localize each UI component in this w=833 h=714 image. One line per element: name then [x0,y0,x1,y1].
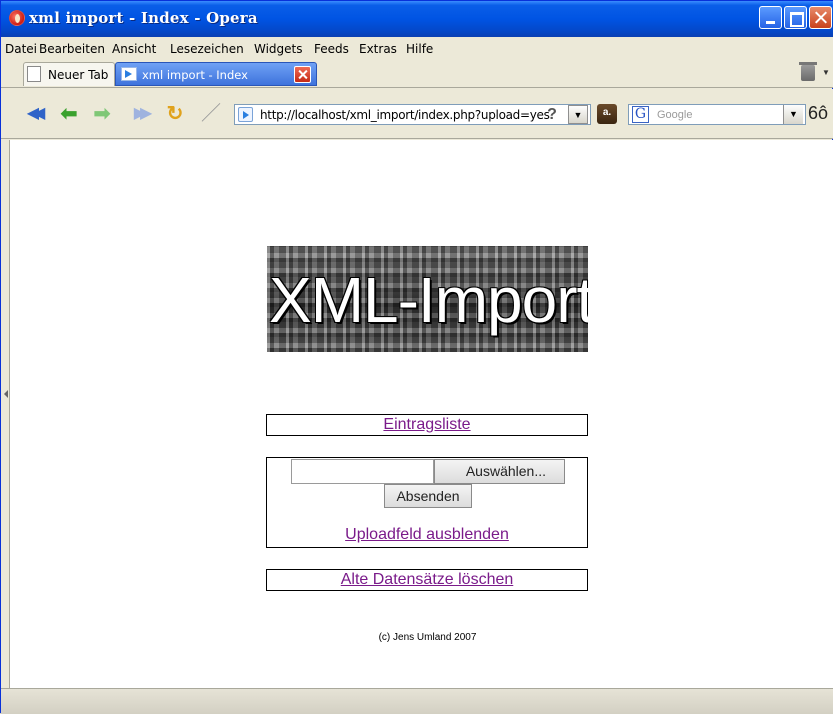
copyright-text: (c) Jens Umland 2007 [378,632,477,643]
page-icon [238,107,253,122]
trash-icon[interactable] [799,62,817,81]
submit-button[interactable]: Absenden [384,484,472,508]
xml-import-banner: XML-Import [267,246,588,352]
navigation-toolbar: ◀◀ ⬅ ➡ ▶▶ ↻ ／ http://localhost/xml_impor… [1,89,833,139]
menu-hilfe[interactable]: Hilfe [406,42,433,56]
title-bar[interactable]: xml import - Index - Opera [1,1,833,37]
rewind-icon[interactable]: ◀◀ [21,102,46,126]
tab-active-label: xml import - Index [142,68,248,82]
status-bar [1,688,833,714]
search-dropdown-icon[interactable]: ▼ [783,105,803,124]
delete-box: Alte Datensätze löschen [266,569,588,591]
search-field[interactable]: G Google ▼ [628,104,806,125]
glasses-icon[interactable]: 6ô [808,103,828,124]
file-path-input[interactable] [291,459,434,484]
window-title: xml import - Index - Opera [29,9,258,27]
close-tab-icon[interactable] [294,66,311,83]
tab-active[interactable]: xml import - Index [115,62,317,86]
fast-forward-icon[interactable]: ▶▶ [128,102,153,126]
menu-feeds[interactable]: Feeds [314,42,349,56]
panel-toggle[interactable] [1,140,10,688]
address-text[interactable]: http://localhost/xml_import/index.php?up… [260,108,550,122]
menu-widgets[interactable]: Widgets [254,42,303,56]
page-favicon-icon [121,67,137,81]
close-window-button[interactable] [809,6,832,29]
menu-lesezeichen[interactable]: Lesezeichen [170,42,244,56]
delete-old-records-link[interactable]: Alte Datensätze löschen [267,571,587,589]
upload-box: Auswählen... Absenden Uploadfeld ausblen… [266,457,588,548]
blank-page-icon [27,66,41,82]
minimize-button[interactable] [759,6,782,29]
edit-icon[interactable]: ／ [199,102,223,126]
browse-button[interactable]: Auswählen... [434,459,565,484]
tab-new-label: Neuer Tab [48,68,109,82]
entries-link[interactable]: Eintragsliste [267,416,587,434]
menu-bar: Datei Bearbeiten Ansicht Lesezeichen Wid… [1,37,833,59]
browser-window: xml import - Index - Opera Datei Bearbei… [0,0,833,714]
banner-text: XML-Import [269,264,588,336]
opera-logo-icon [9,10,25,26]
entries-box: Eintragsliste [266,414,588,436]
search-placeholder: Google [657,109,693,121]
chevron-down-icon[interactable]: ▼ [822,68,830,77]
menu-datei[interactable]: Datei [5,42,37,56]
address-dropdown-icon[interactable]: ▼ [568,105,588,124]
menu-ansicht[interactable]: Ansicht [112,42,156,56]
hide-upload-link[interactable]: Uploadfeld ausblenden [267,526,587,544]
reload-icon[interactable]: ↻ [163,102,187,126]
forward-icon[interactable]: ➡ [90,102,114,126]
maximize-button[interactable] [784,6,807,29]
search-engine-icon[interactable]: a. [597,104,617,124]
tab-new[interactable]: Neuer Tab [23,62,115,86]
menu-extras[interactable]: Extras [359,42,397,56]
back-icon[interactable]: ⬅ [57,102,81,126]
tab-bar: Neuer Tab xml import - Index ▼ [1,59,833,88]
address-field[interactable]: http://localhost/xml_import/index.php?up… [234,104,591,125]
help-icon[interactable]: ? [540,104,564,125]
google-icon: G [632,106,649,123]
menu-bearbeiten[interactable]: Bearbeiten [39,42,105,56]
page-content: XML-Import Eintragsliste Auswählen... Ab… [10,140,833,688]
